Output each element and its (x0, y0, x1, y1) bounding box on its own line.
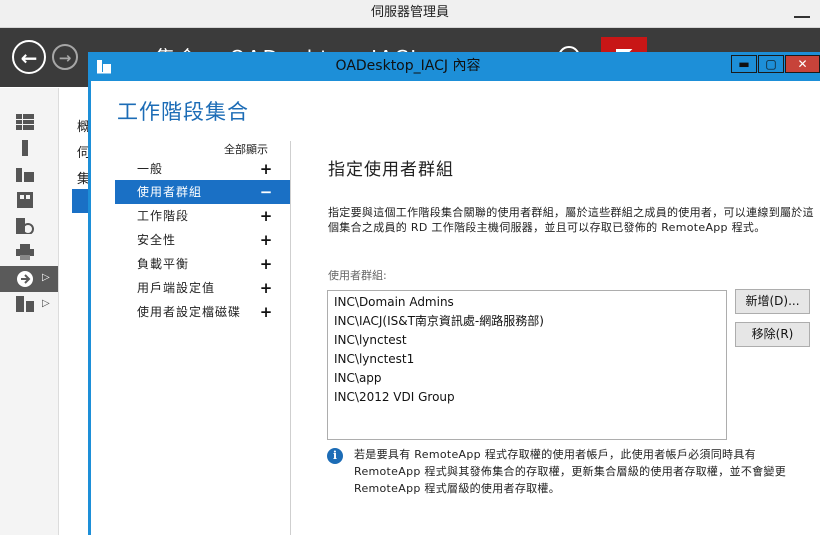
nav-item-label: 用戶端設定值 (137, 281, 216, 295)
nav-item-label: 安全性 (137, 233, 177, 247)
nav-item-label: 使用者設定檔磁碟 (137, 305, 242, 319)
expand-arrow-icon[interactable]: ▷ (42, 298, 50, 309)
list-item[interactable]: INC\2012 VDI Group (334, 388, 455, 407)
maximize-button[interactable]: ▢ (758, 55, 784, 73)
server-manager-minimize-button[interactable] (794, 4, 810, 18)
list-item[interactable]: INC\lynctest1 (334, 350, 414, 369)
back-button[interactable]: ← (12, 40, 46, 74)
dashboard-icon[interactable] (16, 114, 34, 130)
user-groups-label: 使用者群組: (328, 269, 387, 282)
divider (290, 141, 291, 535)
nav-item-label: 工作階段 (137, 209, 190, 223)
nav-item-label: 負載平衡 (137, 257, 190, 271)
list-item[interactable]: INC\IACJ(IS&T南京資訊處-網路服務部) (334, 312, 544, 331)
file-storage-icon[interactable] (16, 296, 34, 312)
nav-item-label: 使用者群組 (137, 185, 203, 199)
collapse-icon[interactable]: − (258, 180, 274, 204)
local-server-icon[interactable] (16, 140, 34, 156)
dialog-title: OADesktop_IACJ 內容 (335, 58, 481, 74)
nav-item-label: 一般 (137, 162, 164, 176)
section-description: 指定要與這個工作階段集合關聯的使用者群組，屬於這些群組之成員的使用者，可以連線到… (328, 206, 814, 234)
ad-ds-icon[interactable] (16, 192, 34, 208)
nav-item-security[interactable]: 安全性 + (115, 228, 290, 252)
list-item[interactable]: INC\Domain Admins (334, 293, 454, 312)
expand-icon[interactable]: + (258, 157, 274, 181)
print-services-icon[interactable] (16, 244, 34, 260)
expand-icon[interactable]: + (258, 252, 274, 276)
nav-item-load-balancing[interactable]: 負載平衡 + (115, 252, 290, 276)
nav-item-general[interactable]: 一般 + (115, 157, 290, 181)
minimize-button[interactable]: ▬ (731, 55, 757, 73)
nav-item-user-profile-disks[interactable]: 使用者設定檔磁碟 + (115, 300, 290, 324)
show-all-link[interactable]: 全部顯示 (224, 141, 268, 157)
list-item[interactable]: INC\lynctest (334, 331, 407, 350)
page-title: 工作階段集合 (117, 100, 249, 124)
info-icon: i (327, 448, 343, 464)
list-item[interactable]: INC\app (334, 369, 382, 388)
expand-icon[interactable]: + (258, 228, 274, 252)
nav-item-client-settings[interactable]: 用戶端設定值 + (115, 276, 290, 300)
user-groups-listbox[interactable]: INC\Domain Admins INC\IACJ(IS&T南京資訊處-網路服… (327, 290, 727, 440)
remove-button[interactable]: 移除(R) (735, 322, 810, 347)
expand-icon[interactable]: + (258, 300, 274, 324)
server-manager-title: 伺服器管理員 (370, 5, 449, 20)
expand-icon[interactable]: + (258, 276, 274, 300)
add-button[interactable]: 新增(D)... (735, 289, 810, 314)
info-text: 若是要具有 RemoteApp 程式存取權的使用者帳戶，此使用者帳戶必須同時具有… (354, 448, 787, 495)
remote-desktop-services-icon[interactable] (16, 270, 34, 287)
section-title: 指定使用者群組 (328, 160, 454, 180)
all-servers-icon[interactable] (16, 166, 34, 182)
expand-arrow-icon[interactable]: ▷ (42, 272, 50, 283)
file-services-icon[interactable] (16, 218, 34, 235)
close-button[interactable]: ✕ (785, 55, 820, 73)
forward-button[interactable]: → (52, 44, 78, 70)
nav-item-session[interactable]: 工作階段 + (115, 204, 290, 228)
expand-icon[interactable]: + (258, 204, 274, 228)
nav-item-user-groups[interactable]: 使用者群組 − (115, 180, 290, 204)
